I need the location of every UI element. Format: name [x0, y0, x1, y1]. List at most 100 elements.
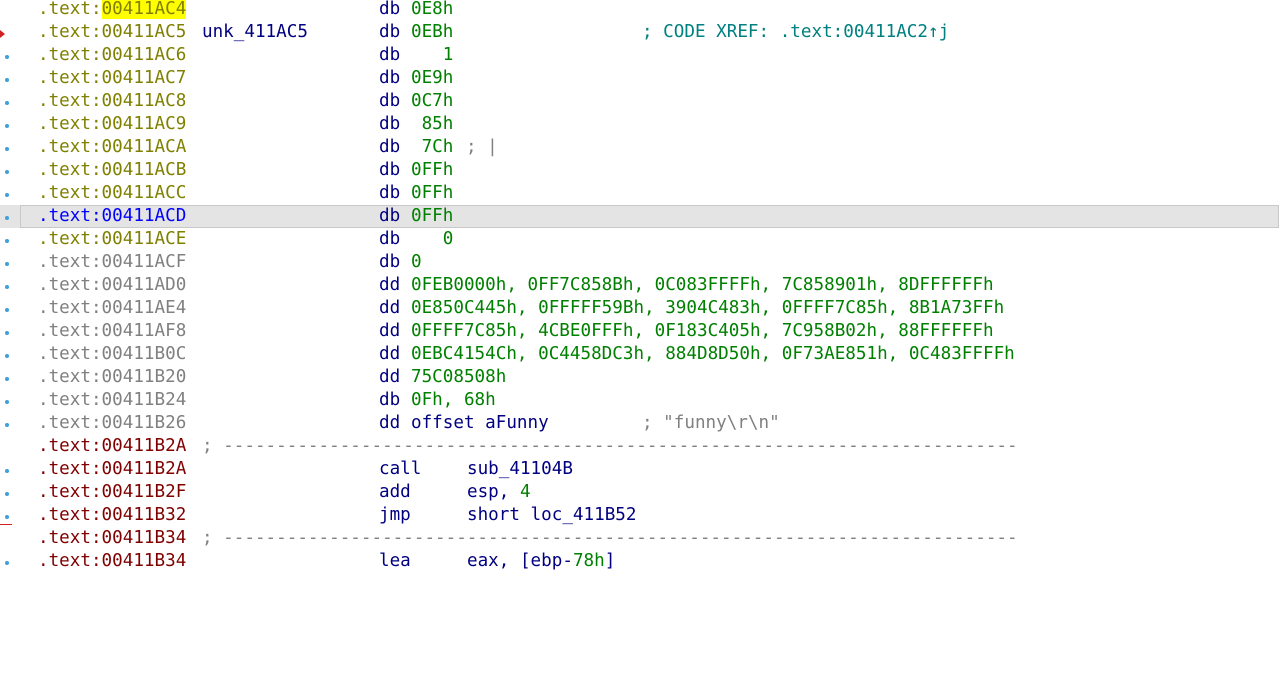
line-address: .text:00411B20	[38, 367, 187, 387]
gutter	[0, 458, 20, 481]
operand: 0Fh, 68h	[411, 390, 496, 410]
operand: 0FFh	[411, 206, 454, 226]
operand: 0FFh	[411, 160, 454, 180]
listing-line[interactable]: .text:00411AE4 dd 0E850C445h, 0FFFFF59Bh…	[0, 297, 1279, 320]
operand: 0E850C445h, 0FFFFF59Bh, 3904C483h, 0FFFF…	[411, 298, 1005, 318]
gutter	[0, 320, 20, 343]
listing-line[interactable]: .text:00411B0C dd 0EBC4154Ch, 0C4458DC3h…	[0, 343, 1279, 366]
xref-comment[interactable]: ; CODE XREF: .text:00411AC2↑j	[642, 21, 949, 44]
line-address: .text:00411AD0	[38, 275, 187, 295]
listing-line[interactable]: .text:00411ACA db 7Ch ; |	[0, 136, 1279, 159]
operand: 0EBC4154Ch, 0C4458DC3h, 884D8D50h, 0F73A…	[411, 344, 1015, 364]
mnemonic: jmp	[379, 505, 411, 525]
operand: esp, 4	[467, 481, 531, 504]
gutter	[0, 159, 20, 182]
string-symbol[interactable]: aFunny	[485, 413, 549, 433]
line-address: .text:00411B34	[38, 528, 187, 548]
immediate: 4	[519, 482, 531, 502]
line-address: .text:00411ACF	[38, 252, 187, 272]
char-comment: ; |	[466, 137, 498, 157]
line-address: .text:00411B2F	[38, 482, 187, 502]
gutter	[0, 0, 20, 21]
line-address: .text:00411ACD	[38, 206, 187, 226]
mnemonic: dd	[379, 298, 401, 318]
listing-line[interactable]: .text:00411B20 dd 75C08508h	[0, 366, 1279, 389]
gutter	[0, 504, 20, 527]
line-address: .text:00411B26	[38, 413, 187, 433]
gutter	[0, 21, 20, 44]
bullet-icon	[5, 492, 9, 496]
mnemonic: db	[379, 390, 401, 410]
listing-line[interactable]: .text:00411ACB db 0FFh	[0, 159, 1279, 182]
string-comment: ; "funny\r\n"	[642, 413, 780, 433]
gutter	[0, 389, 20, 412]
listing-line[interactable]: .text:00411B34 ; -----------------------…	[0, 527, 1279, 550]
listing-line[interactable]: .text:00411B2A call sub_41104B	[0, 458, 1279, 481]
gutter	[0, 67, 20, 90]
selection-frame	[20, 205, 1279, 228]
gutter	[0, 527, 20, 550]
line-address: .text:00411B24	[38, 390, 187, 410]
bullet-icon	[5, 308, 9, 312]
line-address: .text:00411AF8	[38, 321, 187, 341]
mnemonic: dd	[379, 275, 401, 295]
mnemonic: db	[379, 22, 401, 42]
gutter	[0, 435, 20, 458]
line-address: .text:00411B2A	[38, 436, 187, 456]
listing-line[interactable]: .text:00411ACC db 0FFh	[0, 182, 1279, 205]
listing-line[interactable]: .text:00411AC9 db 85h	[0, 113, 1279, 136]
mnemonic: dd	[379, 344, 401, 364]
line-address: .text:00411AC7	[38, 68, 187, 88]
mnemonic: db	[379, 91, 401, 111]
listing-line[interactable]: .text:00411B34 lea eax, [ebp-78h]	[0, 550, 1279, 573]
listing-line[interactable]: .text:00411AC4 db 0E8h	[0, 0, 1279, 21]
line-address: .text:00411AC5	[38, 22, 187, 42]
bullet-icon	[5, 101, 9, 105]
listing-line[interactable]: .text:00411AC5 unk_411AC5 db 0EBh ; CODE…	[0, 21, 1279, 44]
bullet-icon	[5, 262, 9, 266]
listing-line[interactable]: .text:00411AC6 db 1	[0, 44, 1279, 67]
mnemonic: call	[379, 459, 422, 479]
mnemonic: db	[379, 114, 401, 134]
listing-line[interactable]: .text:00411B32 jmp short loc_411B52	[0, 504, 1279, 527]
operand: 0C7h	[411, 91, 454, 111]
line-address: .text:00411ACE	[38, 229, 187, 249]
listing-line[interactable]: .text:00411AC7 db 0E9h	[0, 67, 1279, 90]
bullet-icon	[5, 216, 9, 220]
mnemonic: db	[379, 252, 401, 272]
listing-line[interactable]: .text:00411ACF db 0	[0, 251, 1279, 274]
listing-line[interactable]: .text:00411AF8 dd 0FFFF7C85h, 4CBE0FFFh,…	[0, 320, 1279, 343]
line-address: .text:00411AC6	[38, 45, 187, 65]
operand: 0E8h	[411, 0, 454, 19]
listing-line[interactable]: .text:00411B24 db 0Fh, 68h	[0, 389, 1279, 412]
bullet-icon	[5, 561, 9, 565]
line-label[interactable]: unk_411AC5	[202, 21, 308, 44]
bullet-icon	[5, 285, 9, 289]
listing-line[interactable]: .text:00411AD0 dd 0FEB0000h, 0FF7C858Bh,…	[0, 274, 1279, 297]
line-address: .text:00411ACB	[38, 160, 187, 180]
bullet-icon	[5, 377, 9, 381]
mnemonic: dd	[379, 413, 401, 433]
bullet-icon	[5, 515, 9, 519]
listing-line[interactable]: .text:00411AC8 db 0C7h	[0, 90, 1279, 113]
listing-line[interactable]: .text:00411B2F add esp, 4	[0, 481, 1279, 504]
jump-target[interactable]: short loc_411B52	[467, 504, 636, 527]
operand: eax, [ebp-78h]	[467, 550, 615, 573]
listing-line-selected[interactable]: .text:00411ACD db 0FFh	[0, 205, 1279, 228]
mnemonic: db	[379, 45, 401, 65]
listing-line[interactable]: .text:00411ACE db 0	[0, 228, 1279, 251]
operand: 0	[411, 252, 422, 272]
line-address: .text:00411B0C	[38, 344, 187, 364]
listing-line[interactable]: .text:00411B26 dd offset aFunny ; "funny…	[0, 412, 1279, 435]
bullet-icon	[5, 239, 9, 243]
listing-line[interactable]: .text:00411B2A ; -----------------------…	[0, 435, 1279, 458]
line-address: .text:00411AC8	[38, 91, 187, 111]
mnemonic: db	[379, 229, 401, 249]
gutter	[0, 90, 20, 113]
disassembly-listing[interactable]: .text:00411AC4 db 0E8h .text:00411AC5 un…	[0, 0, 1279, 573]
operand: 0EBh	[411, 22, 454, 42]
call-target[interactable]: sub_41104B	[467, 458, 573, 481]
jump-line-icon	[0, 524, 12, 525]
bullet-icon	[5, 331, 9, 335]
mnemonic: db	[379, 0, 401, 19]
